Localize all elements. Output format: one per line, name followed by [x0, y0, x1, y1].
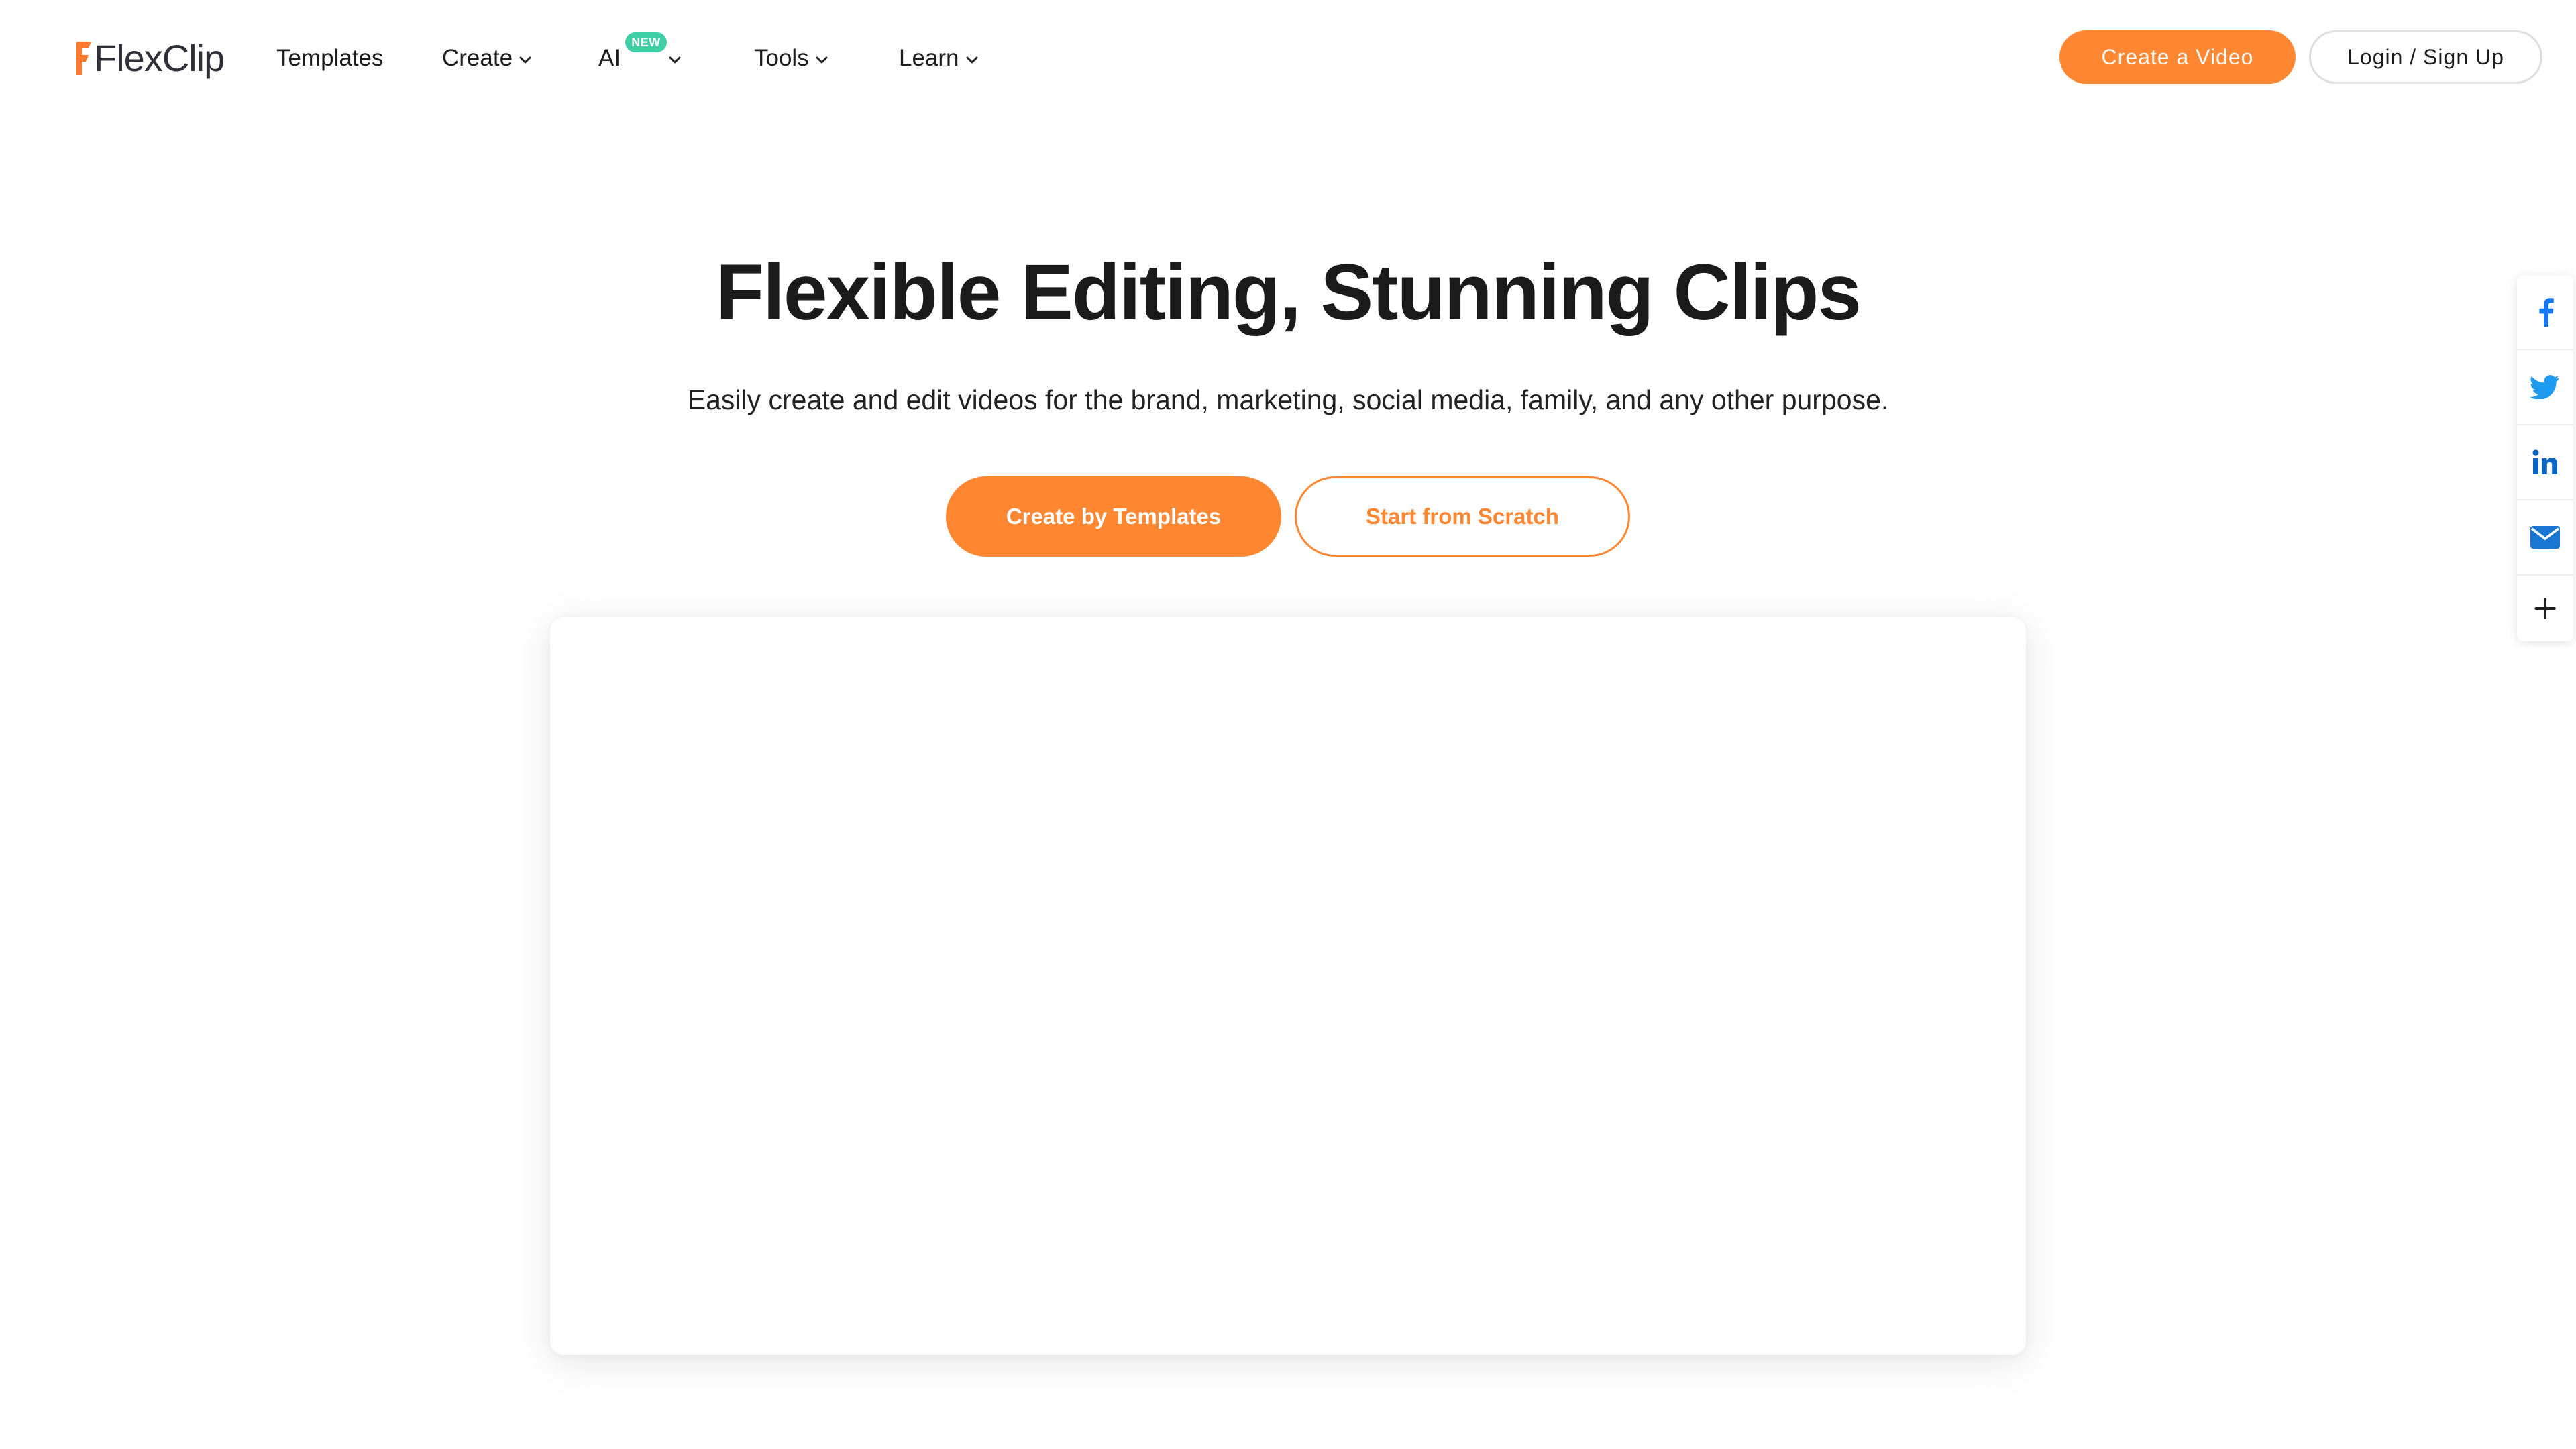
nav-learn-label: Learn — [899, 45, 959, 71]
nav-learn[interactable]: Learn — [899, 44, 979, 72]
linkedin-icon — [2532, 449, 2557, 474]
logo-text-flex: Flex — [94, 37, 163, 79]
start-from-scratch-button[interactable]: Start from Scratch — [1295, 476, 1630, 557]
hero-title: Flexible Editing, Stunning Clips — [716, 248, 1862, 337]
nav-tools[interactable]: Tools — [754, 44, 829, 72]
flexclip-logo[interactable]: FlexClip — [72, 35, 225, 82]
create-video-button[interactable]: Create a Video — [2059, 30, 2296, 84]
nav-templates-label: Templates — [276, 45, 384, 71]
hero-subtitle: Easily create and edit videos for the br… — [687, 384, 1889, 415]
login-signup-button[interactable]: Login / Sign Up — [2309, 30, 2542, 84]
nav-create[interactable]: Create — [442, 44, 533, 72]
email-icon — [2530, 526, 2560, 549]
share-linkedin[interactable] — [2517, 425, 2573, 499]
chevron-down-icon — [966, 56, 978, 64]
nav-ai-label: AI — [598, 45, 621, 71]
facebook-icon — [2539, 298, 2554, 327]
new-badge: NEW — [625, 32, 667, 52]
chevron-down-icon — [519, 56, 531, 64]
logo-text-clip: Clip — [162, 37, 225, 79]
nav-templates[interactable]: Templates — [276, 44, 384, 72]
plus-icon — [2534, 598, 2556, 619]
video-preview-card[interactable] — [550, 617, 2026, 1355]
nav-tools-label: Tools — [754, 45, 809, 71]
site-header: FlexClip Templates Create AI Tools Learn… — [0, 0, 2576, 115]
nav-create-label: Create — [442, 45, 513, 71]
social-share-bar — [2517, 275, 2573, 641]
share-email[interactable] — [2517, 500, 2573, 574]
share-facebook[interactable] — [2517, 275, 2573, 349]
twitter-icon — [2530, 375, 2559, 399]
chevron-down-icon — [669, 56, 681, 64]
chevron-down-icon — [816, 56, 828, 64]
share-more[interactable] — [2517, 576, 2573, 641]
create-by-templates-button[interactable]: Create by Templates — [946, 476, 1281, 557]
logo-mark-icon — [76, 42, 91, 75]
share-twitter[interactable] — [2517, 350, 2573, 424]
